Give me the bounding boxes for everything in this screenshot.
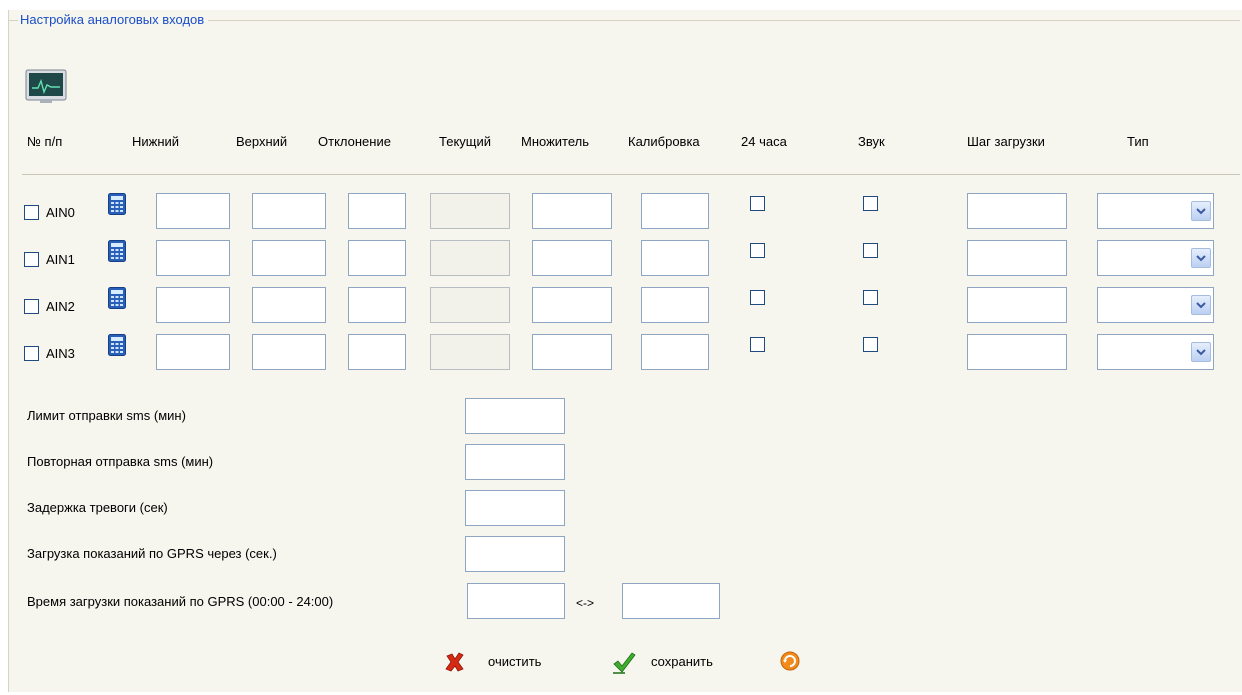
lower-input[interactable] xyxy=(156,240,230,276)
monitor-chart-icon[interactable] xyxy=(24,68,68,106)
sound-checkbox[interactable] xyxy=(863,243,878,258)
calculator-icon[interactable] xyxy=(108,287,126,309)
current-input xyxy=(430,287,510,323)
table-row: AIN3 xyxy=(0,334,1242,372)
type-select[interactable] xyxy=(1097,287,1214,323)
calibration-input[interactable] xyxy=(641,334,709,370)
gprs-time-from-input[interactable] xyxy=(467,583,565,619)
calculator-icon[interactable] xyxy=(108,240,126,262)
table-row: AIN2 xyxy=(0,287,1242,325)
current-input xyxy=(430,334,510,370)
header-separator xyxy=(22,174,1240,175)
calculator-icon[interactable] xyxy=(108,334,126,356)
sound-checkbox[interactable] xyxy=(863,196,878,211)
col-header-lower: Нижний xyxy=(132,134,180,149)
load-step-input[interactable] xyxy=(967,193,1067,229)
chevron-down-icon[interactable] xyxy=(1191,295,1211,315)
multiplier-input[interactable] xyxy=(532,240,612,276)
ain-enable-checkbox[interactable] xyxy=(24,252,39,267)
sms-limit-input[interactable] xyxy=(465,398,565,434)
load-step-input[interactable] xyxy=(967,240,1067,276)
type-select[interactable] xyxy=(1097,240,1214,276)
save-button[interactable]: сохранить xyxy=(611,651,743,674)
upper-input[interactable] xyxy=(252,193,326,229)
24h-checkbox[interactable] xyxy=(750,243,765,258)
lower-input[interactable] xyxy=(156,193,230,229)
deviation-input[interactable] xyxy=(348,287,406,323)
refresh-icon[interactable] xyxy=(780,651,802,673)
col-header-calibration: Калибровка xyxy=(628,134,700,149)
save-button-label: сохранить xyxy=(651,654,713,669)
table-row: AIN1 xyxy=(0,240,1242,278)
24h-checkbox[interactable] xyxy=(750,290,765,305)
chevron-down-icon[interactable] xyxy=(1191,201,1211,221)
load-step-input[interactable] xyxy=(967,334,1067,370)
ain-label: AIN0 xyxy=(46,205,75,220)
col-header-type: Тип xyxy=(1127,134,1149,149)
ain-label: AIN3 xyxy=(46,346,75,361)
alarm-delay-input[interactable] xyxy=(465,490,565,526)
col-header-deviation: Отклонение xyxy=(318,134,391,149)
deviation-input[interactable] xyxy=(348,193,406,229)
sms-limit-label: Лимит отправки sms (мин) xyxy=(27,408,186,423)
clear-button-label: очистить xyxy=(488,654,542,669)
upper-input[interactable] xyxy=(252,240,326,276)
calibration-input[interactable] xyxy=(641,287,709,323)
ain-enable-checkbox[interactable] xyxy=(24,299,39,314)
sound-checkbox[interactable] xyxy=(863,290,878,305)
sound-checkbox[interactable] xyxy=(863,337,878,352)
col-header-24h: 24 часа xyxy=(741,134,787,149)
multiplier-input[interactable] xyxy=(532,193,612,229)
ain-enable-checkbox[interactable] xyxy=(24,346,39,361)
col-header-upper: Верхний xyxy=(236,134,288,149)
chevron-down-icon[interactable] xyxy=(1191,342,1211,362)
col-header-multiplier: Множитель xyxy=(521,134,590,149)
calibration-input[interactable] xyxy=(641,240,709,276)
sms-repeat-input[interactable] xyxy=(465,444,565,480)
col-header-sound: Звук xyxy=(858,134,885,149)
current-input xyxy=(430,240,510,276)
ain-label: AIN2 xyxy=(46,299,75,314)
calibration-input[interactable] xyxy=(641,193,709,229)
lower-input[interactable] xyxy=(156,334,230,370)
24h-checkbox[interactable] xyxy=(750,196,765,211)
gprs-interval-label: Загрузка показаний по GPRS через (сек.) xyxy=(27,546,277,561)
range-separator: <-> xyxy=(576,596,595,610)
col-header-num: № п/п xyxy=(27,134,63,149)
upper-input[interactable] xyxy=(252,287,326,323)
check-icon xyxy=(613,652,636,674)
alarm-delay-label: Задержка тревоги (сек) xyxy=(27,500,168,515)
current-input xyxy=(430,193,510,229)
clear-x-icon xyxy=(445,652,464,672)
gprs-time-label: Время загрузки показаний по GPRS (00:00 … xyxy=(27,594,334,609)
calculator-icon[interactable] xyxy=(108,193,126,215)
24h-checkbox[interactable] xyxy=(750,337,765,352)
ain-enable-checkbox[interactable] xyxy=(24,205,39,220)
load-step-input[interactable] xyxy=(967,287,1067,323)
gprs-time-to-input[interactable] xyxy=(622,583,720,619)
deviation-input[interactable] xyxy=(348,240,406,276)
type-select[interactable] xyxy=(1097,334,1214,370)
ain-label: AIN1 xyxy=(46,252,75,267)
multiplier-input[interactable] xyxy=(532,287,612,323)
multiplier-input[interactable] xyxy=(532,334,612,370)
col-header-load-step: Шаг загрузки xyxy=(967,134,1045,149)
chevron-down-icon[interactable] xyxy=(1191,248,1211,268)
type-select[interactable] xyxy=(1097,193,1214,229)
gprs-interval-input[interactable] xyxy=(465,536,565,572)
upper-input[interactable] xyxy=(252,334,326,370)
clear-button[interactable]: очистить xyxy=(444,651,572,673)
col-header-current: Текущий xyxy=(439,134,491,149)
sms-repeat-label: Повторная отправка sms (мин) xyxy=(27,454,214,469)
lower-input[interactable] xyxy=(156,287,230,323)
panel-title: Настройка аналоговых входов xyxy=(18,11,209,29)
table-row: AIN0 xyxy=(0,193,1242,231)
deviation-input[interactable] xyxy=(348,334,406,370)
